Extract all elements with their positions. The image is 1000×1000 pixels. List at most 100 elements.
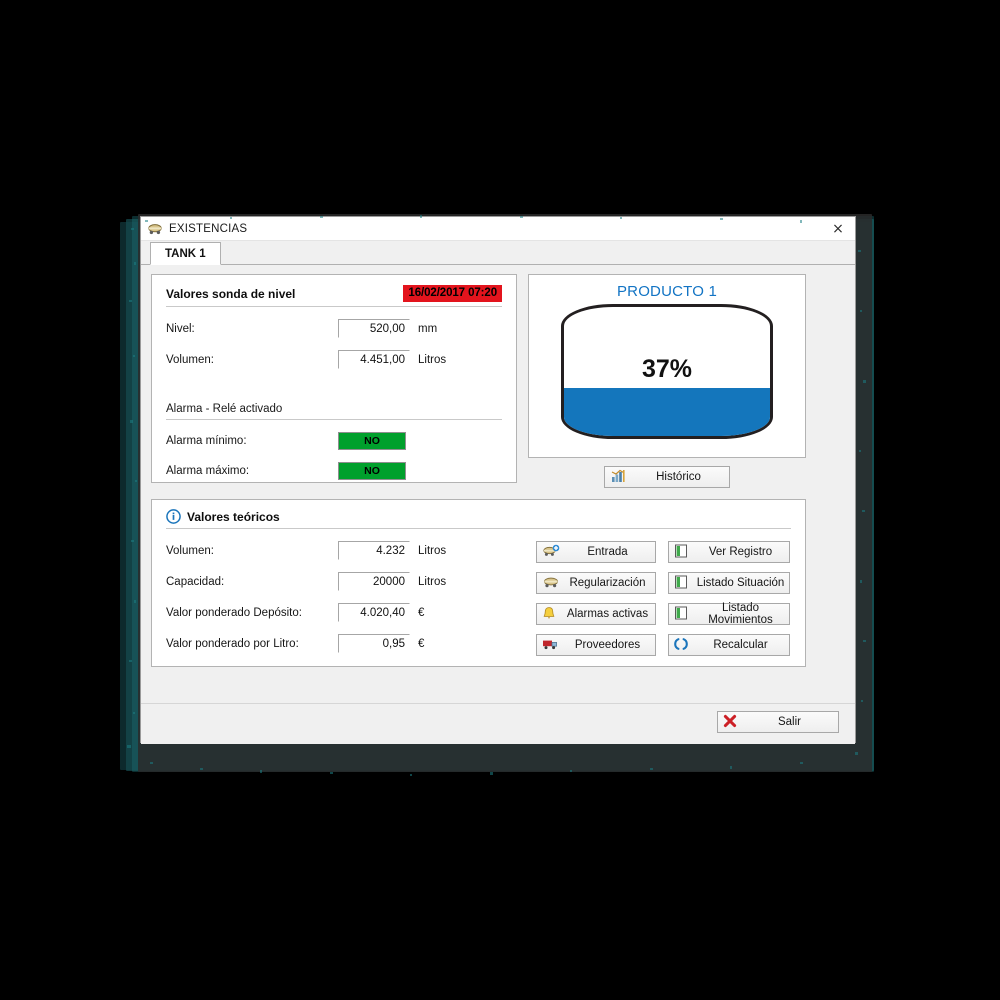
tank-fill-level [564,388,770,436]
historico-button-label: Histórico [656,471,701,483]
bar-chart-icon [610,469,632,485]
alarmas-activas-button-label: Alarmas activas [566,608,649,620]
shadow-speckle [133,712,135,714]
field-teo-volumen-value: 4.232 [338,541,410,560]
field-nivel-label: Nivel: [166,322,195,335]
shadow-speckle [520,216,523,218]
entrada-button[interactable]: Entrada [536,541,656,563]
shadow-speckle [320,216,323,218]
field-nivel: Nivel: 520,00 mm [166,319,502,339]
shadow-speckle [330,772,333,774]
field-valor-litro-unit: € [418,637,425,650]
theoretical-fields: Volumen: 4.232 Litros Capacidad: 20000 L… [166,529,528,656]
field-valor-litro-value: 0,95 [338,634,410,653]
field-teo-volumen: Volumen: 4.232 Litros [166,541,528,560]
tanker-truck-add-icon [542,544,564,560]
field-volumen-value: 4.451,00 [338,350,410,370]
field-nivel-unit: mm [418,322,438,335]
shadow-speckle [863,640,866,642]
tank-truck-icon [147,221,163,237]
field-capacidad: Capacidad: 20000 Litros [166,572,528,591]
alarm-max-row: Alarma máximo: NO [166,462,502,481]
tank-panel: PRODUCTO 1 37% [528,274,806,458]
alarm-section-title: Alarma - Relé activado [166,403,283,416]
tab-bar: TANK 1 [141,241,855,265]
salir-button-label: Salir [777,716,801,728]
shadow-speckle [862,510,865,512]
shadow-speckle [145,220,148,222]
historico-button[interactable]: Histórico [604,466,730,488]
info-icon [166,509,181,524]
green-document-icon [674,575,696,591]
theoretical-panel-header: Valores teóricos [166,509,791,529]
field-teo-volumen-unit: Litros [418,544,447,557]
action-buttons-grid: Entrada Ver Registro Regularización List… [528,541,791,656]
field-nivel-value: 520,00 [338,319,410,339]
shadow-speckle [800,762,803,764]
probe-timestamp-badge: 16/02/2017 07:20 [403,285,502,303]
recalcular-button[interactable]: Recalcular [668,634,790,656]
red-truck-icon [542,637,564,653]
salir-button[interactable]: Salir [717,711,839,733]
listado-situacion-button[interactable]: Listado Situación [668,572,790,594]
red-x-icon [723,714,745,730]
shadow-speckle [420,215,422,218]
theoretical-panel-title: Valores teóricos [187,509,280,524]
field-capacidad-unit: Litros [418,575,447,588]
field-capacidad-label: Capacidad: [166,575,225,588]
field-valor-litro: Valor ponderado por Litro: 0,95 € [166,634,528,653]
alarm-max-status-badge: NO [338,462,406,481]
shadow-speckle [490,772,493,775]
proveedores-button-label: Proveedores [574,639,641,651]
listado-movimientos-button[interactable]: Listado Movimientos [668,602,790,626]
probe-panel-header: Valores sonda de nivel 16/02/2017 07:20 [166,285,502,308]
ver-registro-button[interactable]: Ver Registro [668,541,790,563]
window-titlebar: EXISTENCIAS × [141,217,855,241]
alarm-min-row: Alarma mínimo: NO [166,432,502,451]
shadow-speckle [135,480,137,482]
probe-panel-title: Valores sonda de nivel [166,286,296,301]
ver-registro-button-label: Ver Registro [708,546,773,558]
listado-situacion-button-label: Listado Situación [696,577,785,589]
shadow-speckle [858,250,861,252]
shadow-speckle [620,217,622,219]
shadow-speckle [650,768,653,770]
alarm-section: Alarma - Relé activado Alarma mínimo: NO… [166,403,502,481]
shadow-speckle [131,540,134,542]
regularizacion-button[interactable]: Regularización [536,572,656,594]
alarm-header: Alarma - Relé activado [166,403,502,421]
proveedores-button[interactable]: Proveedores [536,634,656,656]
alarmas-activas-button[interactable]: Alarmas activas [536,603,656,625]
shadow-speckle [131,228,134,230]
shadow-speckle [134,262,136,265]
field-teo-volumen-label: Volumen: [166,544,214,557]
tank-percent-label: 37% [641,354,693,383]
field-volumen-label: Volumen: [166,353,214,366]
tab-content: Valores sonda de nivel 16/02/2017 07:20 … [141,265,855,744]
entrada-button-label: Entrada [587,546,628,558]
field-valor-deposito: Valor ponderado Depósito: 4.020,40 € [166,603,528,622]
existencias-window: EXISTENCIAS × TANK 1 Valores sonda de ni… [140,216,856,744]
field-volumen-unit: Litros [418,353,447,366]
green-document-icon [674,544,696,560]
field-valor-litro-label: Valor ponderado por Litro: [166,637,299,650]
alarm-max-label: Alarma máximo: [166,465,250,478]
window-title: EXISTENCIAS [169,222,248,235]
shadow-speckle [855,752,858,755]
tab-tank-1[interactable]: TANK 1 [150,242,221,265]
window-footer: Salir [141,703,855,744]
shadow-speckle [720,218,723,220]
shadow-speckle [860,310,862,312]
shadow-speckle [129,660,132,662]
tank-column: PRODUCTO 1 37% Histórico [528,274,806,488]
field-capacidad-value: 20000 [338,572,410,591]
field-valor-deposito-unit: € [418,606,425,619]
shadow-speckle [133,355,135,357]
listado-movimientos-button-label: Listado Movimientos [708,602,773,626]
shadow-speckle [730,766,732,769]
screen: EXISTENCIAS × TANK 1 Valores sonda de ni… [0,0,1000,1000]
field-volumen: Volumen: 4.451,00 Litros [166,350,502,370]
tank-gauge: 37% [561,304,773,439]
close-icon[interactable]: × [821,217,855,240]
shadow-speckle [860,580,862,583]
